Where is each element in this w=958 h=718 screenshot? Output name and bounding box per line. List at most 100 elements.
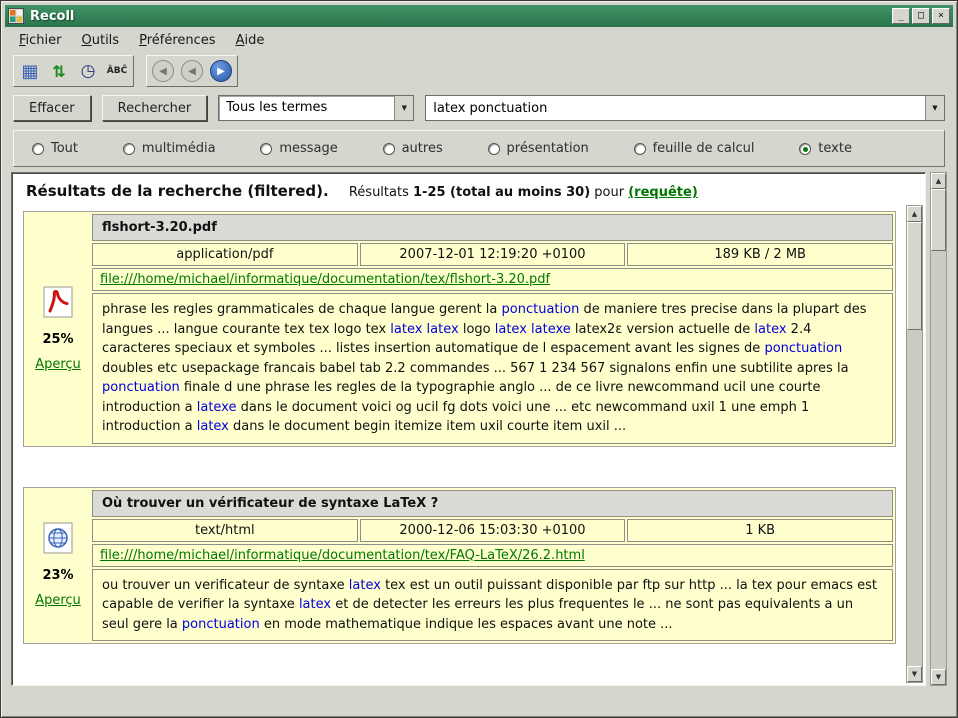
result-title[interactable]: Où trouver un vérificateur de syntaxe La… <box>92 490 893 517</box>
filter-texte[interactable]: texte <box>799 141 852 156</box>
abstract-highlight: ponctuation <box>182 617 260 632</box>
filter-feuille-de-calcul[interactable]: feuille de calcul <box>634 141 755 156</box>
abstract-text: doubles etc usepackage francais babel ta… <box>102 361 849 376</box>
menu-preferences[interactable]: Préférences <box>131 30 223 51</box>
filter-label: Tout <box>51 141 78 156</box>
search-query-combo[interactable]: ▼ <box>425 95 945 121</box>
results-panel: Résultats de la recherche (filtered). Ré… <box>11 172 926 686</box>
search-query-input[interactable] <box>426 96 925 120</box>
results-range: 1-25 (total au moins 30) <box>413 185 590 200</box>
term-explorer-spell-icon[interactable]: ÂBĈ <box>104 58 130 84</box>
html-document-icon <box>43 522 73 558</box>
scrollbar-thumb[interactable] <box>931 189 946 251</box>
filter-message[interactable]: message <box>260 141 337 156</box>
chevron-down-icon[interactable]: ▼ <box>925 96 944 120</box>
abstract-text: latex2ε version actuelle de <box>571 322 755 337</box>
filter-label: multimédia <box>142 141 216 156</box>
abstract-highlight: latex <box>754 322 786 337</box>
toolbar-group-main: ▦⇅◷ÂBĈ <box>13 55 134 87</box>
abstract-highlight: ponctuation <box>102 380 180 395</box>
preview-link[interactable]: Aperçu <box>35 357 81 372</box>
app-icon <box>8 8 24 24</box>
document-history-icon[interactable]: ◷ <box>75 58 101 84</box>
abstract-highlight: ponctuation <box>502 302 580 317</box>
prev-page-icon[interactable]: ◀ <box>181 60 203 82</box>
query-details-icon[interactable]: ▦ <box>17 58 43 84</box>
result-mime: text/html <box>92 519 358 542</box>
radio-icon[interactable] <box>260 143 272 155</box>
abstract-highlight: latex <box>349 578 381 593</box>
abstract-highlight: latex <box>197 419 229 434</box>
clear-button[interactable]: Effacer <box>13 95 91 121</box>
window-controls: _□× <box>892 8 950 24</box>
pdf-document-icon <box>43 286 73 322</box>
scroll-down-icon[interactable]: ▼ <box>907 666 922 682</box>
result-gutter: 25% Aperçu <box>26 214 90 444</box>
abstract-text: en mode mathematique indique les espaces… <box>260 617 673 632</box>
filter-tout[interactable]: Tout <box>32 141 78 156</box>
maximize-button[interactable]: □ <box>912 8 930 24</box>
results-header: Résultats de la recherche (filtered). Ré… <box>12 173 925 205</box>
filter-multimedia[interactable]: multimédia <box>123 141 216 156</box>
query-link[interactable]: (requête) <box>628 185 698 200</box>
result-size: 189 KB / 2 MB <box>627 243 893 266</box>
scrollbar-track[interactable] <box>907 330 922 666</box>
menubar: FichierOutilsPréférencesAide <box>5 27 953 52</box>
result-size: 1 KB <box>627 519 893 542</box>
chevron-down-icon[interactable]: ▼ <box>394 96 413 120</box>
result-title[interactable]: flshort-3.20.pdf <box>92 214 893 241</box>
radio-icon[interactable] <box>123 143 135 155</box>
next-page-icon[interactable]: ▶ <box>210 60 232 82</box>
scrollbar-track[interactable] <box>931 251 946 669</box>
radio-icon[interactable] <box>634 143 646 155</box>
result-mime: application/pdf <box>92 243 358 266</box>
filter-label: message <box>279 141 337 156</box>
abstract-text: logo <box>459 322 495 337</box>
scroll-down-icon[interactable]: ▼ <box>931 669 946 685</box>
result-url-link[interactable]: file:///home/michael/informatique/docume… <box>100 548 585 563</box>
menu-outils[interactable]: Outils <box>74 30 128 51</box>
result-info-row: application/pdf2007-12-01 12:19:20 +0100… <box>92 243 893 266</box>
abstract-text: dans le document begin itemize item uxil… <box>229 419 626 434</box>
scroll-up-icon[interactable]: ▲ <box>931 173 946 189</box>
result-entry: 25% Aperçu flshort-3.20.pdfapplication/pdf… <box>23 211 896 447</box>
abstract-text: phrase les regles grammaticales de chaqu… <box>102 302 502 317</box>
results-count-label: Résultats <box>349 185 409 200</box>
result-url-link[interactable]: file:///home/michael/informatique/docume… <box>100 272 550 287</box>
recoll-window: Recoll _□× FichierOutilsPréférencesAide … <box>0 0 958 718</box>
result-table: Où trouver un vérificateur de syntaxe La… <box>92 490 893 642</box>
result-abstract: ou trouver un verificateur de syntaxe la… <box>92 569 893 642</box>
radio-icon[interactable] <box>383 143 395 155</box>
abstract-highlight: latex <box>299 597 331 612</box>
first-page-icon[interactable]: ◀ <box>152 60 174 82</box>
minimize-button[interactable]: _ <box>892 8 910 24</box>
radio-icon[interactable] <box>32 143 44 155</box>
menu-fichier[interactable]: Fichier <box>11 30 70 51</box>
outer-scrollbar[interactable]: ▲ ▼ <box>930 172 947 686</box>
search-mode-select[interactable]: Tous les termes ▼ <box>218 95 414 121</box>
search-button[interactable]: Rechercher <box>102 95 208 121</box>
relevance-percent: 23% <box>42 568 73 583</box>
toolbar-group-nav: ◀ ◀ ▶ <box>146 55 238 87</box>
abstract-text: ou trouver un verificateur de syntaxe <box>102 578 349 593</box>
relevance-percent: 25% <box>42 332 73 347</box>
result-list: 25% Aperçu flshort-3.20.pdfapplication/pdf… <box>14 205 902 683</box>
filter-presentation[interactable]: présentation <box>488 141 589 156</box>
scroll-up-icon[interactable]: ▲ <box>907 206 922 222</box>
sort-dates-icon[interactable]: ⇅ <box>46 58 72 84</box>
filter-label: autres <box>402 141 443 156</box>
preview-link[interactable]: Aperçu <box>35 593 81 608</box>
filter-label: texte <box>818 141 852 156</box>
radio-icon[interactable] <box>488 143 500 155</box>
inner-scrollbar[interactable]: ▲ ▼ <box>906 205 923 683</box>
radio-icon[interactable] <box>799 143 811 155</box>
result-abstract: phrase les regles grammaticales de chaqu… <box>92 293 893 444</box>
result-gutter: 23% Aperçu <box>26 490 90 642</box>
results-connector: pour <box>594 185 624 200</box>
result-date: 2007-12-01 12:19:20 +0100 <box>360 243 626 266</box>
search-row: Effacer Rechercher Tous les termes ▼ ▼ <box>5 90 953 126</box>
filter-autres[interactable]: autres <box>383 141 443 156</box>
close-button[interactable]: × <box>932 8 950 24</box>
menu-aide[interactable]: Aide <box>228 30 273 51</box>
scrollbar-thumb[interactable] <box>907 222 922 330</box>
